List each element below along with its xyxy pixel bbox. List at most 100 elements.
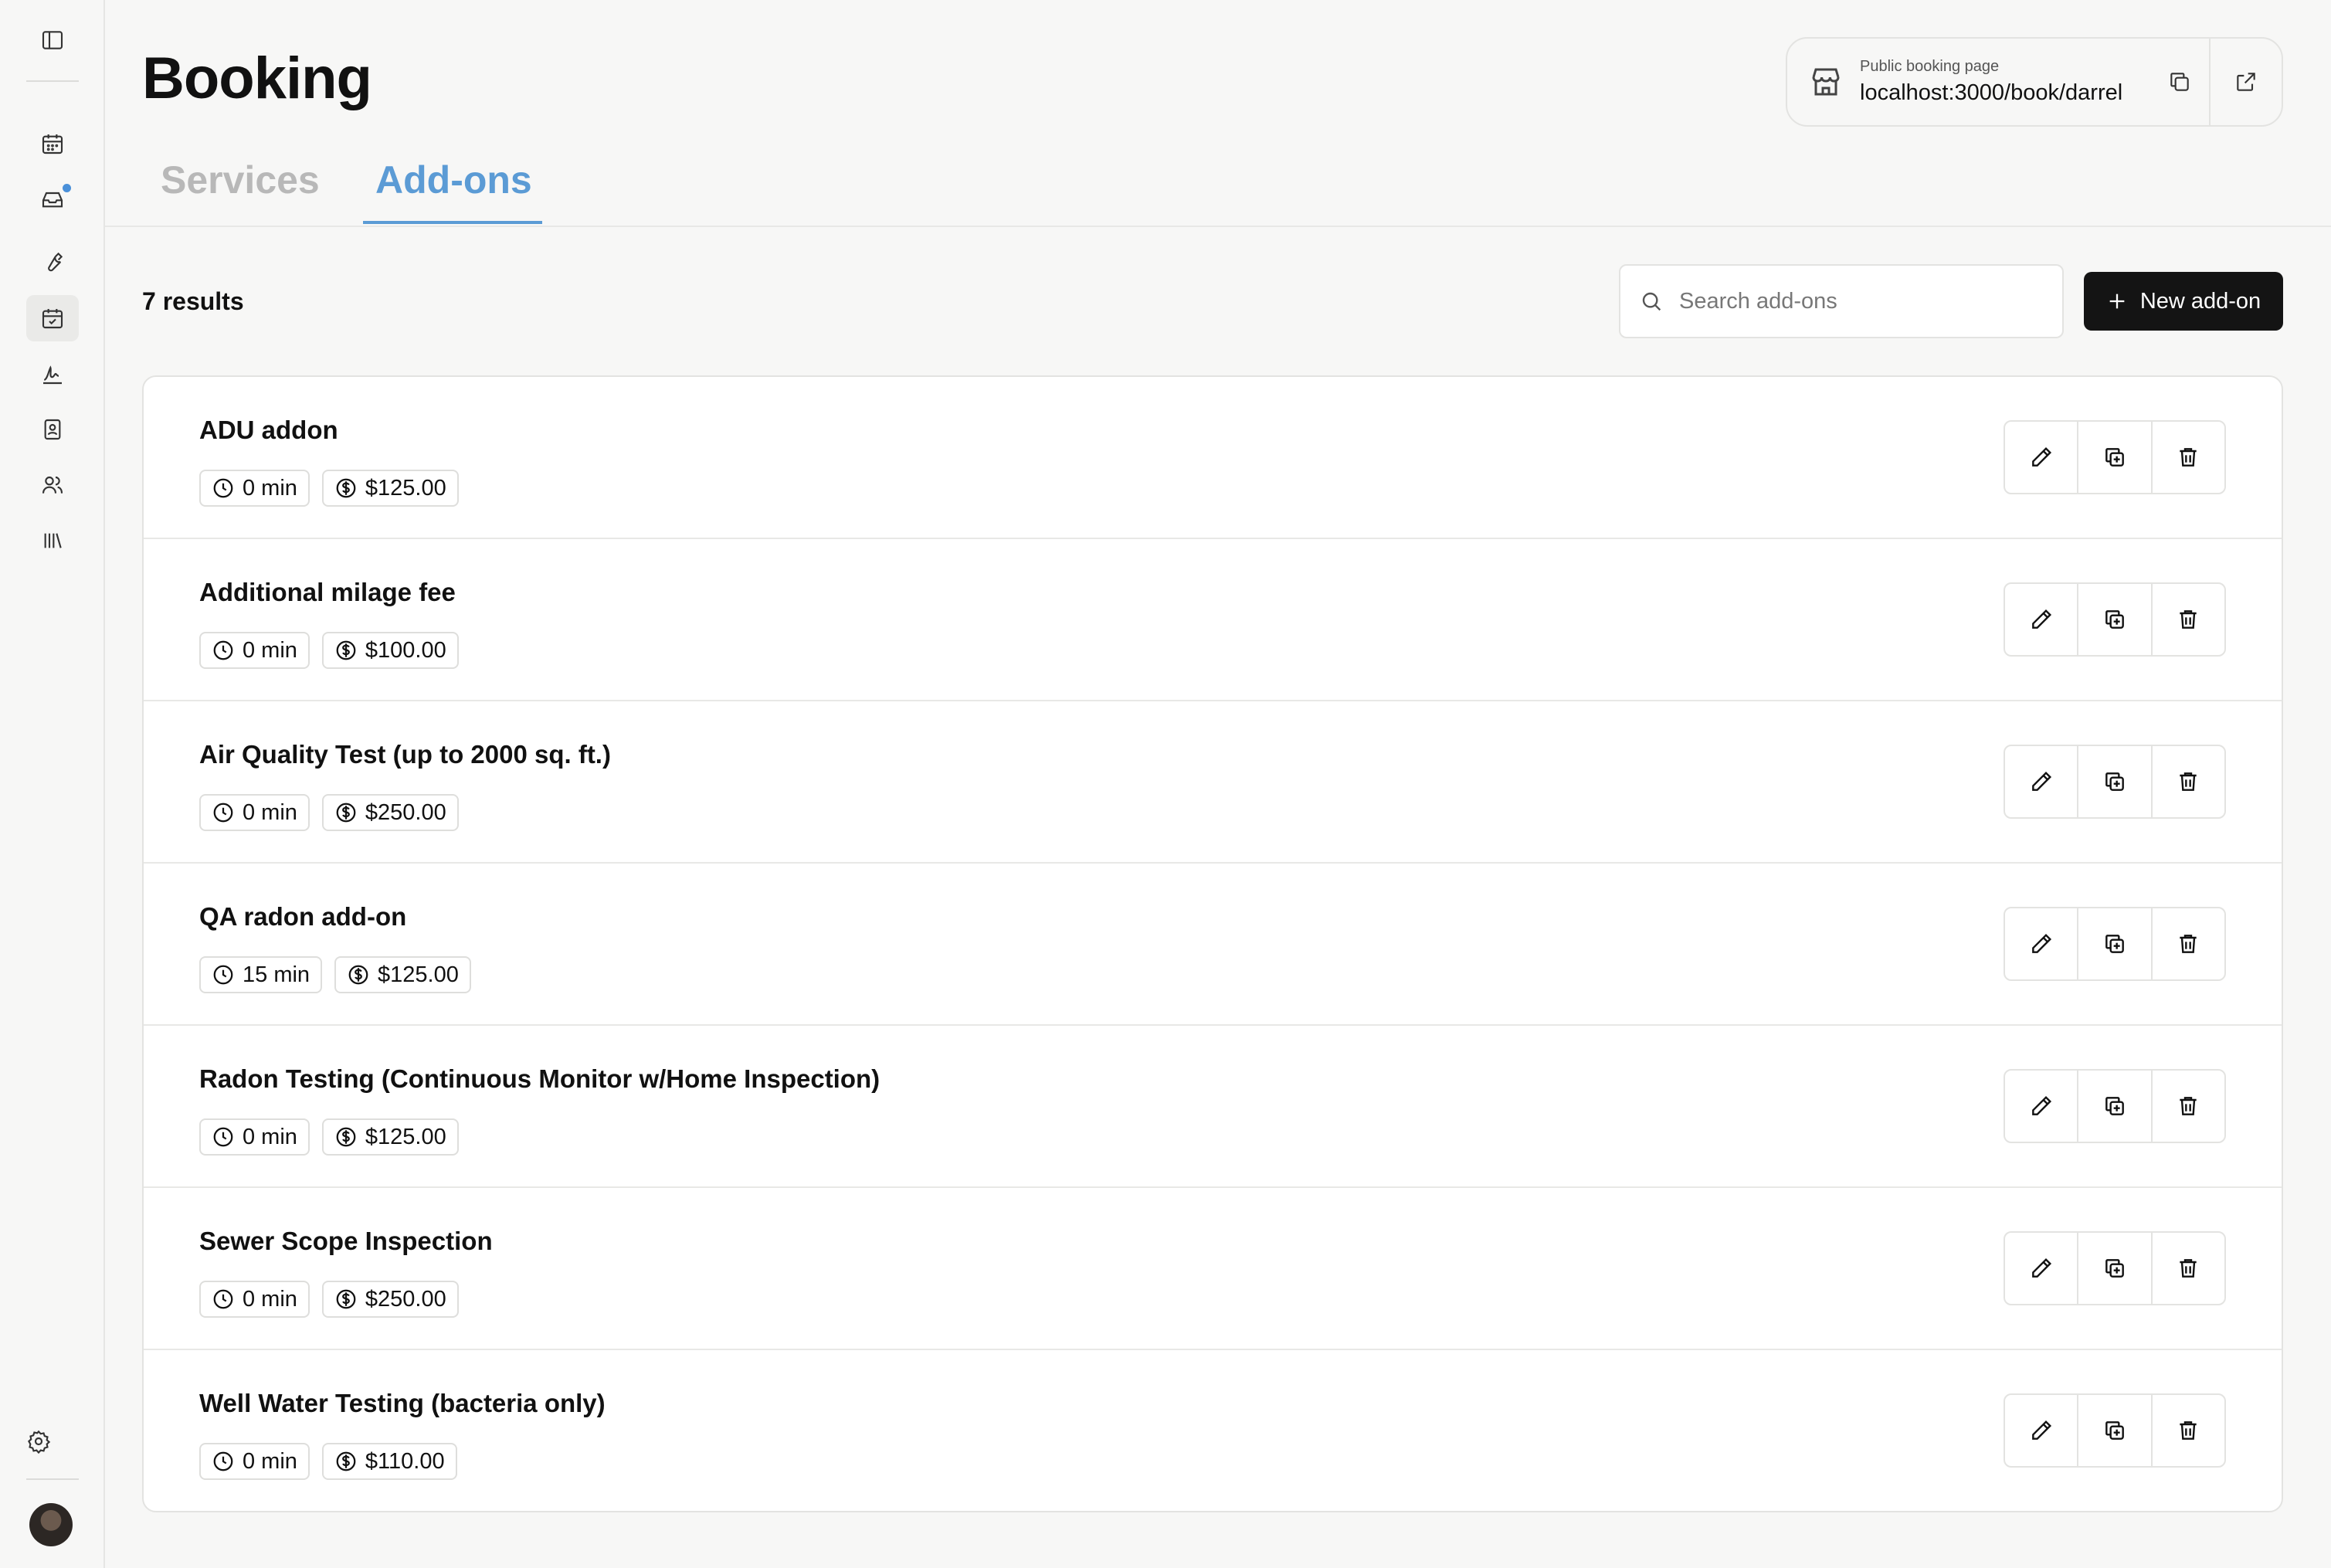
- dollar-circle-icon: [336, 803, 356, 823]
- clock-icon: [213, 965, 233, 985]
- clock-icon: [213, 478, 233, 498]
- duration-value: 0 min: [243, 1124, 297, 1149]
- list-item: Air Quality Test (up to 2000 sq. ft.) 0 …: [144, 701, 2282, 864]
- delete-button[interactable]: [2150, 908, 2224, 979]
- new-add-on-button[interactable]: New add-on: [2084, 272, 2283, 331]
- sidebar-item-signatures[interactable]: [26, 351, 79, 397]
- delete-button[interactable]: [2150, 1233, 2224, 1304]
- list-item: Radon Testing (Continuous Monitor w/Home…: [144, 1026, 2282, 1188]
- duplicate-button[interactable]: [2077, 584, 2150, 655]
- sidebar-item-tools[interactable]: [26, 239, 79, 286]
- duplicate-icon: [2105, 1421, 2124, 1440]
- duplicate-button[interactable]: [2077, 1395, 2150, 1466]
- delete-button[interactable]: [2150, 584, 2224, 655]
- pencil-icon: [2031, 1257, 2051, 1278]
- add-on-name[interactable]: Well Water Testing (bacteria only): [199, 1389, 606, 1418]
- duration-badge: 0 min: [199, 1118, 310, 1156]
- price-badge: $100.00: [321, 632, 459, 669]
- edit-button[interactable]: [2005, 422, 2077, 493]
- duplicate-button[interactable]: [2077, 1233, 2150, 1304]
- users-icon: [42, 476, 63, 494]
- open-booking-page-button[interactable]: [2209, 38, 2282, 126]
- duration-value: 0 min: [243, 1448, 297, 1474]
- add-on-name[interactable]: Sewer Scope Inspection: [199, 1227, 493, 1256]
- trash-icon: [2180, 1097, 2197, 1115]
- edit-button[interactable]: [2005, 908, 2077, 979]
- tab-services[interactable]: Services: [161, 158, 320, 202]
- trash-icon: [2180, 1421, 2197, 1440]
- sidebar: [0, 0, 105, 1568]
- search-input[interactable]: [1679, 288, 2034, 314]
- add-on-name[interactable]: QA radon add-on: [199, 902, 406, 932]
- trash-icon: [2180, 448, 2197, 467]
- calendar-check-icon: [42, 309, 63, 329]
- public-booking-label: Public booking page: [1860, 58, 2000, 75]
- tab-add-ons[interactable]: Add-ons: [375, 158, 532, 202]
- row-actions: [2004, 582, 2226, 657]
- edit-button[interactable]: [2005, 584, 2077, 655]
- add-on-name[interactable]: Radon Testing (Continuous Monitor w/Home…: [199, 1064, 880, 1094]
- add-on-list: ADU addon 0 min $125.00 Additional milag…: [142, 375, 2283, 1512]
- duration-value: 0 min: [243, 637, 297, 663]
- delete-button[interactable]: [2150, 746, 2224, 817]
- trash-icon: [2180, 935, 2197, 953]
- notification-dot: [63, 184, 71, 192]
- duration-value: 0 min: [243, 1286, 297, 1312]
- dollar-circle-icon: [336, 1451, 356, 1471]
- pencil-icon: [2031, 1095, 2051, 1115]
- clock-icon: [213, 803, 233, 823]
- trash-icon: [2180, 772, 2197, 791]
- page-title: Booking: [142, 46, 372, 111]
- active-tab-indicator: [363, 221, 542, 224]
- sidebar-toggle-icon[interactable]: [26, 17, 79, 63]
- delete-button[interactable]: [2150, 422, 2224, 493]
- search-icon: [1642, 292, 1661, 311]
- avatar[interactable]: [29, 1503, 73, 1546]
- sidebar-item-users[interactable]: [26, 462, 79, 508]
- duplicate-icon: [2105, 935, 2124, 953]
- pencil-icon: [2031, 933, 2051, 953]
- add-on-name[interactable]: ADU addon: [199, 416, 338, 445]
- duplicate-icon: [2105, 610, 2124, 629]
- duplicate-button[interactable]: [2077, 422, 2150, 493]
- edit-button[interactable]: [2005, 746, 2077, 817]
- edit-button[interactable]: [2005, 1071, 2077, 1142]
- duration-badge: 0 min: [199, 794, 310, 831]
- pencil-icon: [2031, 446, 2051, 467]
- pencil-icon: [2031, 1420, 2051, 1440]
- duplicate-button[interactable]: [2077, 1071, 2150, 1142]
- sidebar-item-calendar[interactable]: [26, 120, 79, 167]
- clock-icon: [213, 1289, 233, 1309]
- row-actions: [2004, 745, 2226, 819]
- contacts-book-icon: [44, 419, 61, 440]
- edit-button[interactable]: [2005, 1395, 2077, 1466]
- sidebar-item-booking[interactable]: [26, 295, 79, 341]
- sidebar-item-contacts[interactable]: [26, 406, 79, 453]
- delete-button[interactable]: [2150, 1071, 2224, 1142]
- copy-url-button[interactable]: [2156, 59, 2203, 105]
- sidebar-item-library[interactable]: [26, 518, 79, 564]
- list-item: ADU addon 0 min $125.00: [144, 377, 2282, 539]
- row-actions: [2004, 420, 2226, 494]
- gear-icon: [27, 1430, 51, 1454]
- search-box: [1619, 264, 2064, 338]
- results-count: 7 results: [142, 287, 244, 315]
- delete-button[interactable]: [2150, 1395, 2224, 1466]
- inbox-icon: [42, 192, 63, 208]
- plus-icon: [2109, 294, 2125, 309]
- signature-icon: [43, 365, 62, 385]
- duplicate-icon: [2105, 448, 2124, 467]
- edit-button[interactable]: [2005, 1233, 2077, 1304]
- duplicate-button[interactable]: [2077, 746, 2150, 817]
- add-on-name[interactable]: Air Quality Test (up to 2000 sq. ft.): [199, 740, 611, 769]
- price-value: $125.00: [365, 475, 446, 501]
- duplicate-icon: [2105, 1259, 2124, 1278]
- public-booking-url: localhost:3000/book/darrel: [1860, 80, 2123, 105]
- price-badge: $110.00: [321, 1443, 457, 1480]
- add-on-name[interactable]: Additional milage fee: [199, 578, 456, 607]
- sidebar-item-inbox[interactable]: [26, 176, 79, 222]
- duplicate-button[interactable]: [2077, 908, 2150, 979]
- settings-button[interactable]: [12, 1418, 65, 1464]
- new-add-on-label: New add-on: [2139, 288, 2261, 314]
- price-badge: $125.00: [321, 1118, 459, 1156]
